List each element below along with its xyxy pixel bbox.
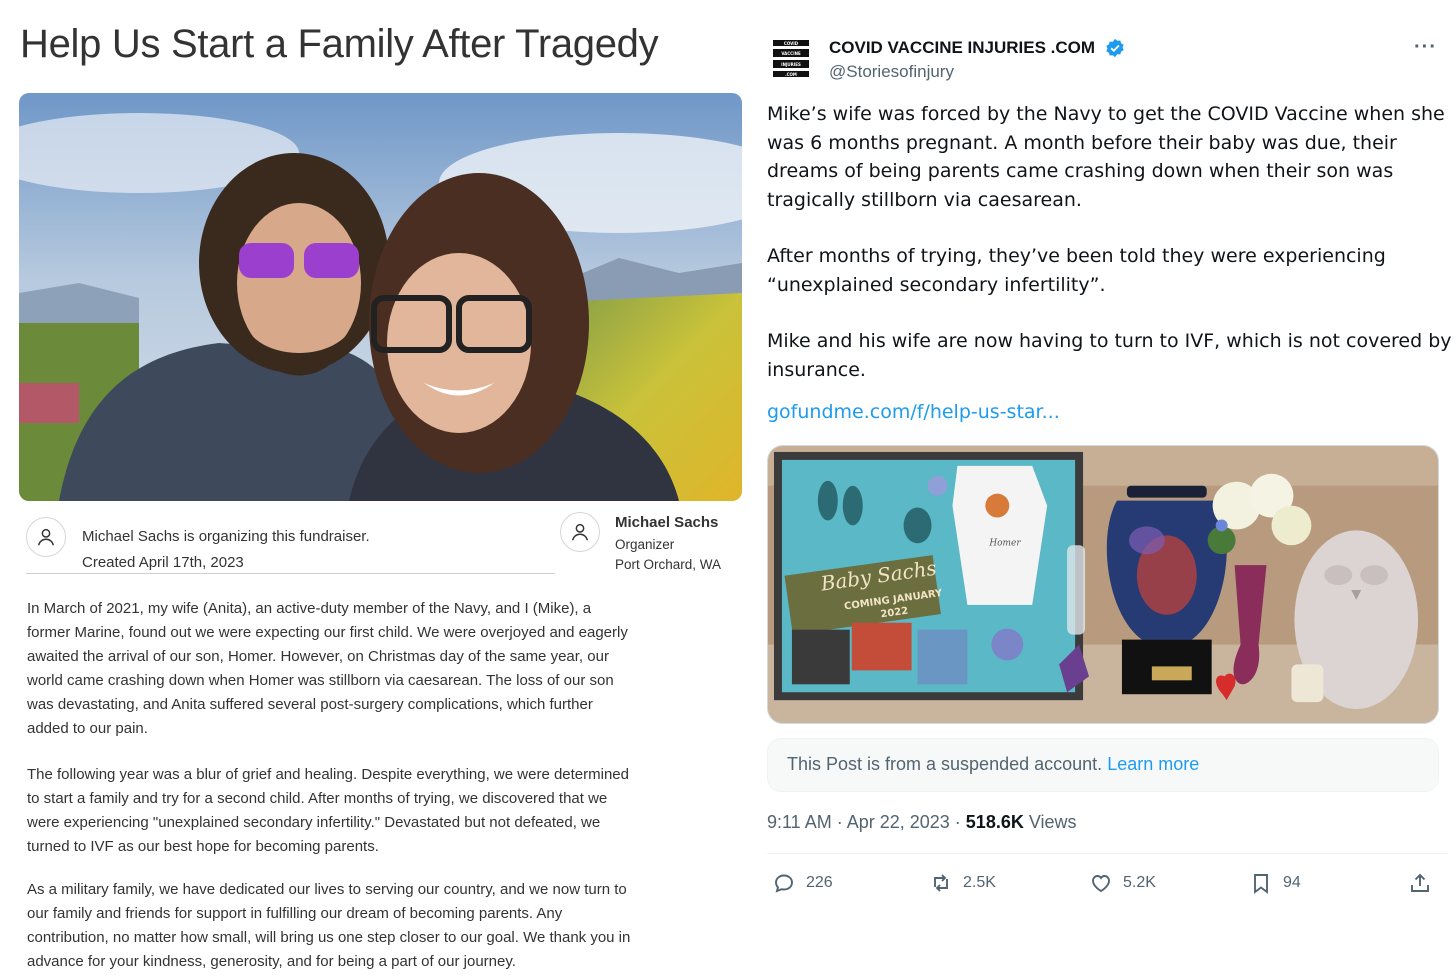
story-line: turned to IVF as our best hope for becom… — [27, 837, 379, 855]
learn-more-link[interactable]: Learn more — [1107, 754, 1199, 774]
organizer-card-avatar — [560, 512, 600, 552]
story-line: former Marine, found out we were expecti… — [27, 623, 628, 641]
repost-icon — [934, 874, 948, 892]
like-count: 5.2K — [1123, 874, 1156, 891]
tweet-paragraph: After months of trying, they’ve been tol… — [767, 242, 1447, 299]
reply-icon — [775, 874, 793, 893]
story-line: contribution, no matter how small, will … — [27, 928, 631, 946]
avatar-text: INJURIES — [781, 62, 801, 67]
share-icon — [1411, 873, 1429, 892]
verified-badge-icon — [1106, 38, 1124, 58]
story-line: world came crashing down when Homer was … — [27, 671, 614, 689]
author-name[interactable]: COVID VACCINE INJURIES .COM — [829, 38, 1095, 58]
story-line: As a military family, we have dedicated … — [27, 881, 627, 898]
bookmark-icon — [1254, 874, 1268, 894]
repost-button[interactable]: 2.5K — [929, 868, 996, 898]
tweet-paragraph: Mike’s wife was forced by the Navy to ge… — [767, 100, 1447, 214]
organizer-location: Port Orchard, WA — [615, 557, 722, 572]
organizer-role: Organizer — [615, 537, 675, 552]
avatar-text: COVID — [784, 41, 799, 46]
repost-count: 2.5K — [963, 874, 996, 891]
person-icon — [37, 528, 55, 546]
tweet-line: insurance. — [767, 358, 866, 381]
story-line: added to our pain. — [27, 719, 148, 737]
reply-count: 226 — [806, 874, 833, 891]
tweet-line: tragically stillborn via caesarean. — [767, 188, 1082, 211]
tweet-panel: COVID VACCINE INJURIES .COM COVID VACCIN… — [760, 0, 1456, 977]
fundraiser-title: Help Us Start a Family After Tragedy — [20, 22, 659, 66]
reply-button[interactable]: 226 — [772, 868, 833, 898]
person-icon — [571, 523, 589, 541]
gofundme-panel: Help Us Start a Family After Tragedy Mic… — [0, 0, 760, 977]
share-button[interactable] — [1408, 868, 1432, 898]
avatar-text: VACCINE — [781, 51, 801, 56]
story-line: to start a family and try for a second c… — [27, 789, 608, 807]
author-avatar[interactable]: COVID VACCINE INJURIES .COM — [771, 38, 811, 82]
gofundme-link[interactable]: gofundme.com/f/help-us-star... — [767, 401, 1060, 423]
tweet-line: was 6 months pregnant. A month before th… — [767, 131, 1397, 154]
bookmark-count: 94 — [1283, 874, 1301, 891]
notice-text: This Post is from a suspended account. — [787, 754, 1103, 774]
organizer-name[interactable]: Michael Sachs — [615, 514, 718, 531]
bookmark-button[interactable]: 94 — [1249, 868, 1301, 898]
divider — [26, 573, 555, 574]
organizing-text: Michael Sachs is organizing this fundrai… — [82, 528, 370, 545]
tweet-metadata: 9:11 AM · Apr 22, 2023 · 518.6K Views — [767, 812, 1077, 833]
tweet-line: After months of trying, they’ve been tol… — [767, 245, 1386, 267]
story-line: The following year was a blur of grief a… — [27, 766, 629, 783]
onesie-name-text: Homer — [988, 538, 1021, 548]
story-line: was devastating, and Anita suffered seve… — [27, 695, 593, 713]
suspended-account-notice: This Post is from a suspended account. L… — [767, 738, 1439, 792]
author-handle[interactable]: @Storiesofinjury — [829, 62, 954, 82]
views-label: Views — [1028, 812, 1077, 832]
like-button[interactable]: 5.2K — [1089, 868, 1156, 898]
heart-icon — [1092, 875, 1110, 893]
story-paragraph: As a military family, we have dedicated … — [27, 878, 677, 974]
story-line: were experiencing "unexplained secondary… — [27, 813, 601, 831]
tweet-line: Mike and his wife are now having to turn… — [767, 330, 1452, 352]
views-count: 518.6K — [965, 812, 1024, 832]
divider — [767, 853, 1447, 854]
tweet-line: dreams of being parents came crashing do… — [767, 160, 1394, 182]
story-line: advance for your kindness, generosity, a… — [27, 952, 516, 970]
story-line: In March of 2021, my wife (Anita), an ac… — [27, 600, 592, 617]
story-line: awaited the arrival of our son, Homer. H… — [27, 647, 609, 665]
more-options-icon[interactable]: ··· — [1414, 36, 1437, 59]
fundraiser-photo[interactable] — [19, 93, 742, 501]
tweet-line: “unexplained secondary infertility”. — [767, 273, 1106, 296]
story-line: our family and friends for support in fu… — [27, 904, 563, 922]
story-paragraph: In March of 2021, my wife (Anita), an ac… — [27, 597, 677, 740]
tweet-line: Mike’s wife was forced by the Navy to ge… — [767, 103, 1445, 125]
tweet-media-photo[interactable]: Baby Sachs COMING JANUARY 2022 Homer — [767, 445, 1439, 724]
story-paragraph: The following year was a blur of grief a… — [27, 763, 677, 859]
avatar-text: .COM — [785, 72, 797, 77]
tweet-paragraph: Mike and his wife are now having to turn… — [767, 327, 1452, 384]
tweet-timestamp[interactable]: 9:11 AM · Apr 22, 2023 · — [767, 812, 966, 832]
created-date: Created April 17th, 2023 — [82, 554, 244, 571]
organizer-avatar — [26, 517, 66, 557]
